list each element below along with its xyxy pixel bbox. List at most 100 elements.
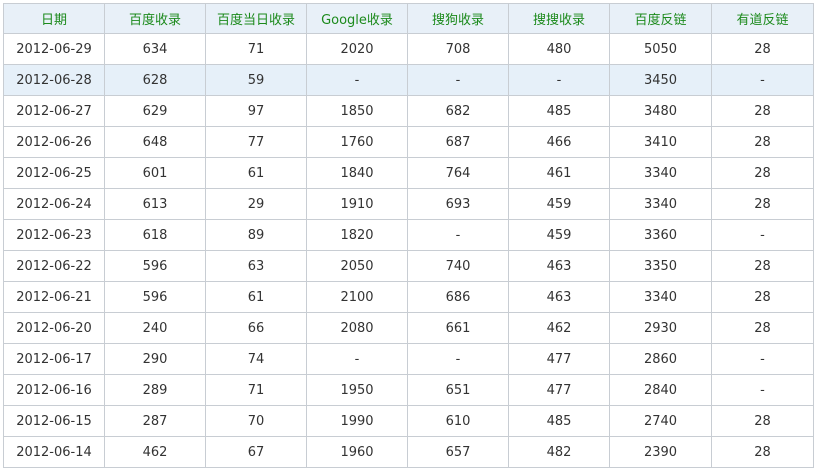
youdao-backlinks-cell: - (711, 64, 814, 96)
google-indexed-cell: 1820 (306, 219, 408, 251)
sogou-indexed-cell: 651 (407, 374, 509, 406)
date-cell: 2012-06-15 (3, 405, 105, 437)
baidu-daily-indexed-cell: 77 (205, 126, 307, 158)
baidu-daily-indexed-cell: 71 (205, 374, 307, 406)
baidu-daily-indexed-cell: 89 (205, 219, 307, 251)
header-soso-indexed[interactable]: 搜搜收录 (508, 3, 610, 34)
soso-indexed-cell: 459 (508, 188, 610, 220)
header-baidu-daily-indexed[interactable]: 百度当日收录 (205, 3, 307, 34)
baidu-indexed-cell: 628 (104, 64, 206, 96)
baidu-backlinks-cell: 3450 (609, 64, 712, 96)
youdao-backlinks-cell: 28 (711, 95, 814, 127)
baidu-backlinks-cell: 3350 (609, 250, 712, 282)
baidu-backlinks-cell: 2740 (609, 405, 712, 437)
baidu-backlinks-cell: 3480 (609, 95, 712, 127)
header-google-indexed[interactable]: Google收录 (306, 3, 408, 34)
header-date[interactable]: 日期 (3, 3, 105, 34)
table-row: 2012-06-14 462 67 1960 657 482 2390 28 (3, 436, 814, 468)
soso-indexed-cell: - (508, 64, 610, 96)
table-body: 2012-06-29 634 71 2020 708 480 5050 28 2012-06-2… (3, 33, 814, 468)
google-indexed-cell: 2020 (306, 33, 408, 65)
google-indexed-cell: 2080 (306, 312, 408, 344)
baidu-daily-indexed-cell: 67 (205, 436, 307, 468)
sogou-indexed-cell: 708 (407, 33, 509, 65)
sogou-indexed-cell: 682 (407, 95, 509, 127)
youdao-backlinks-cell: 28 (711, 405, 814, 437)
table-row: 2012-06-23 618 89 1820-459 3360- (3, 219, 814, 251)
soso-indexed-cell: 461 (508, 157, 610, 189)
header-sogou-indexed[interactable]: 搜狗收录 (407, 3, 509, 34)
sogou-indexed-cell: - (407, 64, 509, 96)
baidu-indexed-cell: 634 (104, 33, 206, 65)
date-cell: 2012-06-21 (3, 281, 105, 313)
table-row: 2012-06-21 596 61 2100 686 463 3340 28 (3, 281, 814, 313)
date-cell: 2012-06-14 (3, 436, 105, 468)
baidu-daily-indexed-cell: 70 (205, 405, 307, 437)
header-baidu-indexed[interactable]: 百度收录 (104, 3, 206, 34)
google-indexed-cell: 2050 (306, 250, 408, 282)
baidu-indexed-cell: 289 (104, 374, 206, 406)
baidu-indexed-cell: 613 (104, 188, 206, 220)
baidu-indexed-cell: 601 (104, 157, 206, 189)
sogou-indexed-cell: - (407, 343, 509, 375)
google-indexed-cell: 1960 (306, 436, 408, 468)
sogou-indexed-cell: - (407, 219, 509, 251)
date-cell: 2012-06-20 (3, 312, 105, 344)
date-cell: 2012-06-23 (3, 219, 105, 251)
sogou-indexed-cell: 764 (407, 157, 509, 189)
google-indexed-cell: 1850 (306, 95, 408, 127)
youdao-backlinks-cell: - (711, 219, 814, 251)
table-row: 2012-06-29 634 71 2020 708 480 5050 28 (3, 33, 814, 65)
baidu-indexed-cell: 629 (104, 95, 206, 127)
baidu-backlinks-cell: 3410 (609, 126, 712, 158)
date-cell: 2012-06-28 (3, 64, 105, 96)
baidu-indexed-cell: 240 (104, 312, 206, 344)
stats-table-container: 日期 百度收录 百度当日收录 Google收录 搜狗收录 搜搜收录 百度反链 有… (3, 3, 814, 468)
soso-indexed-cell: 462 (508, 312, 610, 344)
baidu-indexed-cell: 462 (104, 436, 206, 468)
soso-indexed-cell: 466 (508, 126, 610, 158)
baidu-backlinks-cell: 5050 (609, 33, 712, 65)
youdao-backlinks-cell: 28 (711, 281, 814, 313)
baidu-daily-indexed-cell: 61 (205, 157, 307, 189)
youdao-backlinks-cell: - (711, 343, 814, 375)
sogou-indexed-cell: 693 (407, 188, 509, 220)
soso-indexed-cell: 463 (508, 281, 610, 313)
table-row: 2012-06-24 613 29 1910 693 459 3340 28 (3, 188, 814, 220)
baidu-daily-indexed-cell: 97 (205, 95, 307, 127)
baidu-backlinks-cell: 3340 (609, 188, 712, 220)
baidu-indexed-cell: 596 (104, 250, 206, 282)
google-indexed-cell: 2100 (306, 281, 408, 313)
sogou-indexed-cell: 687 (407, 126, 509, 158)
baidu-indexed-cell: 287 (104, 405, 206, 437)
date-cell: 2012-06-25 (3, 157, 105, 189)
table-header-row: 日期 百度收录 百度当日收录 Google收录 搜狗收录 搜搜收录 百度反链 有… (3, 3, 814, 34)
baidu-backlinks-cell: 2930 (609, 312, 712, 344)
soso-indexed-cell: 480 (508, 33, 610, 65)
google-indexed-cell: 1910 (306, 188, 408, 220)
baidu-backlinks-cell: 3360 (609, 219, 712, 251)
google-indexed-cell: - (306, 343, 408, 375)
youdao-backlinks-cell: 28 (711, 157, 814, 189)
soso-indexed-cell: 485 (508, 95, 610, 127)
baidu-daily-indexed-cell: 66 (205, 312, 307, 344)
soso-indexed-cell: 459 (508, 219, 610, 251)
date-cell: 2012-06-26 (3, 126, 105, 158)
baidu-indexed-cell: 648 (104, 126, 206, 158)
baidu-indexed-cell: 618 (104, 219, 206, 251)
baidu-daily-indexed-cell: 29 (205, 188, 307, 220)
date-cell: 2012-06-27 (3, 95, 105, 127)
sogou-indexed-cell: 610 (407, 405, 509, 437)
header-baidu-backlinks[interactable]: 百度反链 (609, 3, 712, 34)
date-cell: 2012-06-24 (3, 188, 105, 220)
youdao-backlinks-cell: 28 (711, 126, 814, 158)
table-row: 2012-06-26 648 77 1760 687 466 3410 28 (3, 126, 814, 158)
sogou-indexed-cell: 686 (407, 281, 509, 313)
baidu-daily-indexed-cell: 71 (205, 33, 307, 65)
baidu-backlinks-cell: 3340 (609, 157, 712, 189)
youdao-backlinks-cell: 28 (711, 33, 814, 65)
header-youdao-backlinks[interactable]: 有道反链 (711, 3, 814, 34)
soso-indexed-cell: 482 (508, 436, 610, 468)
baidu-indexed-cell: 596 (104, 281, 206, 313)
date-cell: 2012-06-17 (3, 343, 105, 375)
